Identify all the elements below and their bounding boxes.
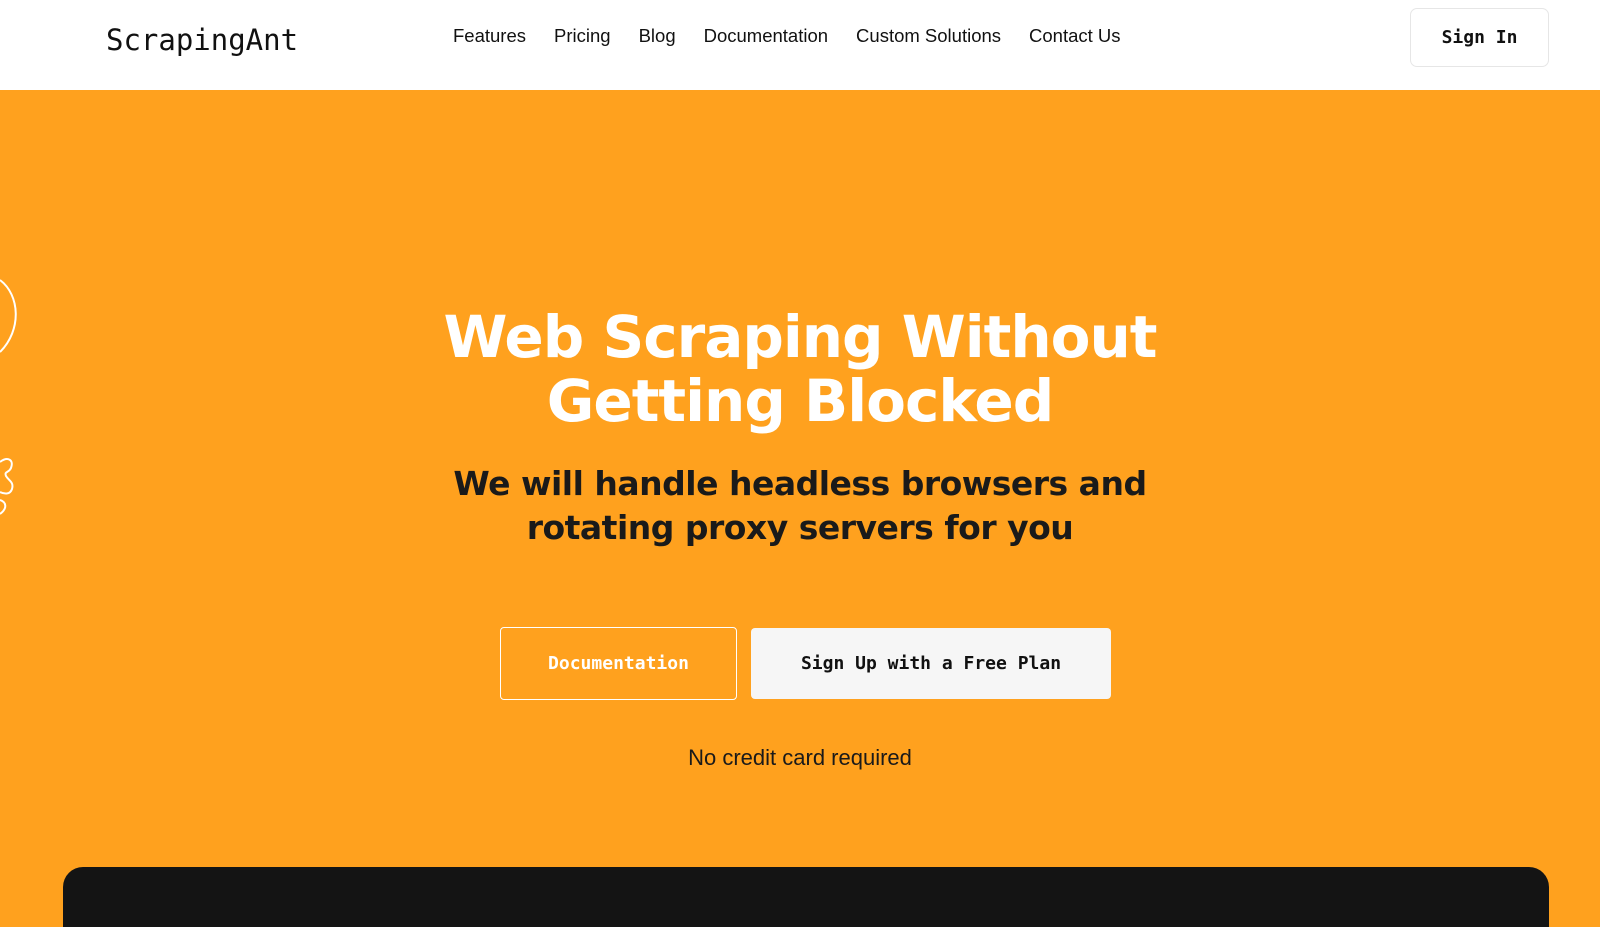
nav-item-pricing[interactable]: Pricing (554, 22, 611, 50)
hero-title-line-1: Web Scraping Without (443, 303, 1158, 371)
sign-in-button[interactable]: Sign In (1410, 8, 1549, 67)
nav-item-features[interactable]: Features (453, 22, 526, 50)
hero-subtitle-line-1: We will handle headless browsers and (453, 464, 1147, 503)
ant-outline-decoration-icon (0, 279, 17, 515)
no-credit-card-note: No credit card required (688, 745, 912, 770)
hero-subtitle: We will handle headless browsers and rot… (400, 462, 1200, 550)
hero-title-line-2: Getting Blocked (546, 367, 1054, 435)
logo[interactable]: ScrapingAnt (106, 19, 298, 61)
site-header: ScrapingAnt Features Pricing Blog Docume… (0, 0, 1600, 90)
nav-item-documentation[interactable]: Documentation (704, 22, 828, 50)
hero-section: Web Scraping Without Getting Blocked We … (0, 90, 1600, 927)
main-nav: Features Pricing Blog Documentation Cust… (453, 22, 1121, 50)
dark-preview-panel (63, 867, 1549, 927)
nav-item-custom-solutions[interactable]: Custom Solutions (856, 22, 1001, 50)
sign-up-free-plan-button[interactable]: Sign Up with a Free Plan (751, 628, 1111, 699)
hero-subtitle-line-2: rotating proxy servers for you (526, 508, 1074, 547)
documentation-button[interactable]: Documentation (500, 627, 737, 700)
nav-item-blog[interactable]: Blog (639, 22, 676, 50)
nav-item-contact-us[interactable]: Contact Us (1029, 22, 1121, 50)
hero-title: Web Scraping Without Getting Blocked (300, 305, 1300, 433)
